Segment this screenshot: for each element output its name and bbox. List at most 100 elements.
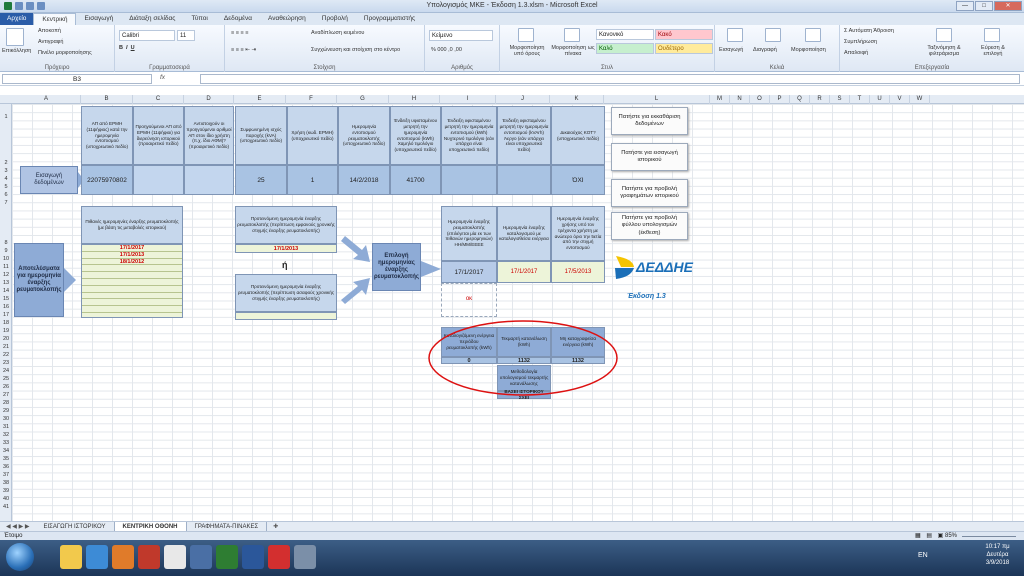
column-header[interactable]: O bbox=[750, 95, 770, 104]
powerpoint-icon[interactable] bbox=[138, 545, 160, 569]
possible-date-10[interactable] bbox=[82, 306, 182, 313]
row-header[interactable]: 22 bbox=[0, 352, 12, 358]
new-sheet-icon[interactable]: ✚ bbox=[267, 523, 284, 530]
row-header[interactable]: 38 bbox=[0, 480, 12, 486]
row-header[interactable]: 32 bbox=[0, 432, 12, 438]
start-button[interactable] bbox=[6, 543, 34, 571]
row-header[interactable]: 12 bbox=[0, 272, 12, 278]
row-header[interactable]: 4 bbox=[0, 176, 12, 182]
autosum-button[interactable]: Σ Αυτόματη Άθροιση bbox=[844, 28, 894, 34]
row-header[interactable]: 1 bbox=[0, 114, 12, 120]
proposed-unclear-value[interactable] bbox=[235, 312, 337, 320]
possible-date-8[interactable] bbox=[82, 292, 182, 300]
column-header[interactable]: R bbox=[810, 95, 830, 104]
input-reading[interactable]: 41700 bbox=[390, 165, 441, 195]
possible-date-4[interactable] bbox=[82, 265, 182, 273]
paste-button[interactable]: Επικόλληση bbox=[2, 48, 31, 54]
column-header[interactable]: D bbox=[184, 95, 234, 104]
copy-button[interactable]: Αντιγραφή bbox=[38, 39, 63, 45]
tab-formulas[interactable]: Τύποι bbox=[183, 13, 215, 25]
column-header[interactable]: K bbox=[550, 95, 604, 104]
minimize-button[interactable]: — bbox=[956, 1, 974, 11]
column-header[interactable]: P bbox=[770, 95, 790, 104]
column-header[interactable]: E bbox=[234, 95, 286, 104]
row-header[interactable]: 36 bbox=[0, 464, 12, 470]
row-header[interactable]: 21 bbox=[0, 344, 12, 350]
tab-view[interactable]: Προβολή bbox=[314, 13, 356, 25]
row-header[interactable]: 33 bbox=[0, 440, 12, 446]
tab-home[interactable]: Κεντρική bbox=[33, 13, 77, 25]
row-header[interactable]: 10 bbox=[0, 256, 12, 262]
row-header[interactable]: 37 bbox=[0, 472, 12, 478]
fx-icon[interactable]: fx bbox=[160, 74, 165, 81]
format-table-icon[interactable] bbox=[564, 28, 580, 42]
sheet-tab-charts[interactable]: ΓΡΑΦΗΜΑΤΑ-ΠΙΝΑΚΕΣ bbox=[187, 521, 268, 532]
sheet-tab-main-screen[interactable]: ΚΕΝΤΡΙΚΗ ΟΘΟΝΗ bbox=[114, 521, 187, 532]
ie-icon[interactable] bbox=[86, 545, 108, 569]
format-cells-icon[interactable] bbox=[805, 28, 821, 42]
possible-date-6[interactable] bbox=[82, 278, 182, 286]
selection-value-1[interactable]: 17/1/2017 bbox=[441, 261, 497, 283]
input-kot[interactable]: ΌΧΙ bbox=[551, 165, 605, 195]
view-report-sheet-button[interactable]: Πατήστε για προβολή φύλλου υπολογισμών (… bbox=[611, 212, 688, 240]
column-header[interactable]: G bbox=[337, 95, 389, 104]
row-header[interactable]: 27 bbox=[0, 392, 12, 398]
row-header[interactable]: 3 bbox=[0, 168, 12, 174]
possible-date-3[interactable]: 18/1/2012 bbox=[82, 258, 182, 266]
tab-file[interactable]: Αρχείο bbox=[0, 13, 34, 25]
align-icons-2[interactable]: ≡ ≡ ≡ ⇤ ⇥ bbox=[231, 47, 256, 53]
input-usage[interactable]: 1 bbox=[287, 165, 338, 195]
row-header[interactable]: 24 bbox=[0, 368, 12, 374]
tab-insert[interactable]: Εισαγωγή bbox=[76, 13, 121, 25]
formula-input[interactable] bbox=[200, 74, 1020, 84]
row-header[interactable]: 35 bbox=[0, 456, 12, 462]
row-header[interactable]: 25 bbox=[0, 376, 12, 382]
row-header[interactable]: 34 bbox=[0, 448, 12, 454]
app2-icon[interactable] bbox=[294, 545, 316, 569]
zoom-slider[interactable] bbox=[962, 536, 1016, 537]
clear-data-button[interactable]: Πατήστε για εκκαθάριση δεδομένων bbox=[611, 107, 688, 135]
input-prev-ap[interactable] bbox=[133, 165, 184, 195]
row-header[interactable]: 19 bbox=[0, 328, 12, 334]
close-button[interactable]: ✕ bbox=[994, 1, 1022, 11]
format-table-button[interactable]: Μορφοποίηση ως πίνακα bbox=[550, 45, 596, 57]
row-header[interactable]: 17 bbox=[0, 312, 12, 318]
column-header[interactable]: S bbox=[830, 95, 850, 104]
find-select-icon[interactable] bbox=[984, 28, 1000, 42]
insert-history-button[interactable]: Πατήστε για εισαγωγή ιστορικού bbox=[611, 143, 688, 171]
row-header[interactable]: 14 bbox=[0, 288, 12, 294]
row-header[interactable]: 6 bbox=[0, 192, 12, 198]
format-cells-button[interactable]: Μορφοποίηση bbox=[791, 47, 826, 53]
row-header[interactable]: 7 bbox=[0, 200, 12, 206]
excel-taskbar-icon[interactable] bbox=[216, 545, 238, 569]
clock[interactable]: 10:17 πμ Δευτέρα 3/9/2018 bbox=[975, 543, 1020, 567]
number-format-icons[interactable]: % 000 ,0 ,00 bbox=[431, 47, 462, 53]
row-header[interactable]: 23 bbox=[0, 360, 12, 366]
merge-center-button[interactable]: Συγχώνευση και στοίχιση στο κέντρο bbox=[311, 47, 400, 53]
word-icon[interactable] bbox=[242, 545, 264, 569]
row-header[interactable]: 40 bbox=[0, 496, 12, 502]
possible-date-5[interactable] bbox=[82, 272, 182, 279]
possible-date-1[interactable]: 17/1/2017 bbox=[82, 245, 182, 252]
tab-data[interactable]: Δεδομένα bbox=[216, 13, 260, 25]
row-header[interactable]: 13 bbox=[0, 280, 12, 286]
wrap-text-button[interactable]: Αναδίπλωση κειμένου bbox=[311, 30, 364, 36]
format-painter-button[interactable]: Πινέλο μορφοποίησης bbox=[38, 50, 92, 56]
column-header[interactable]: L bbox=[604, 95, 710, 104]
view-history-charts-button[interactable]: Πατήστε για προβολή γραφημάτων ιστορικού bbox=[611, 179, 688, 207]
outlook-icon[interactable] bbox=[112, 545, 134, 569]
column-header[interactable]: F bbox=[286, 95, 337, 104]
tab-developer[interactable]: Προγραμματιστής bbox=[356, 13, 423, 25]
input-reading-night[interactable] bbox=[441, 165, 497, 195]
row-header[interactable]: 39 bbox=[0, 488, 12, 494]
sheet-tab-history-input[interactable]: ΕΙΣΑΓΩΓΗ ΙΣΤΟΡΙΚΟΥ bbox=[35, 521, 115, 532]
language-indicator[interactable]: EN bbox=[918, 552, 928, 559]
cut-button[interactable]: Αποκοπή bbox=[38, 28, 61, 34]
chrome-icon[interactable] bbox=[164, 545, 186, 569]
bold-button[interactable]: B I U bbox=[119, 45, 135, 51]
style-good[interactable]: Καλό bbox=[596, 43, 654, 54]
find-select-button[interactable]: Εύρεση & επιλογή bbox=[972, 45, 1014, 57]
row-header[interactable]: 5 bbox=[0, 184, 12, 190]
maximize-button[interactable]: □ bbox=[975, 1, 993, 11]
row-header[interactable]: 16 bbox=[0, 304, 12, 310]
